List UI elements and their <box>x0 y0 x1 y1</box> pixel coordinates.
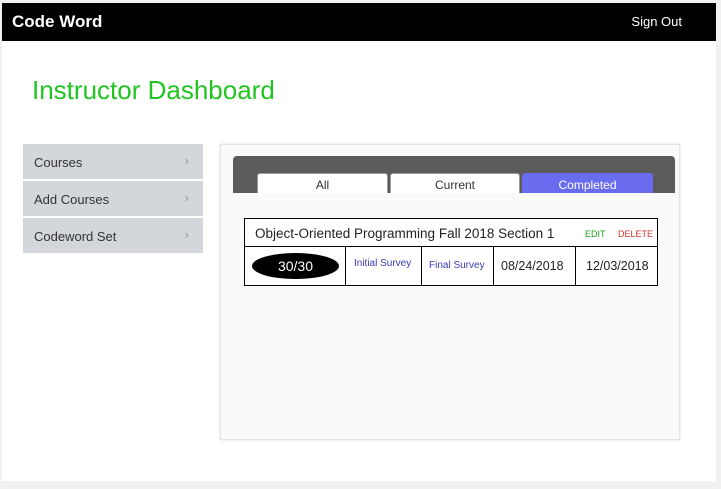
courses-panel: All Current Completed Object-Oriented Pr… <box>220 144 680 440</box>
initial-survey-link[interactable]: Initial Survey <box>354 258 411 269</box>
chevron-right-icon: › <box>184 153 189 168</box>
app-brand[interactable]: Code Word <box>12 12 102 32</box>
chevron-right-icon: › <box>184 190 189 205</box>
page: Code Word Sign Out Instructor Dashboard … <box>2 3 716 481</box>
response-count-badge: 30/30 <box>252 253 339 279</box>
sidebar-item-add-courses[interactable]: Add Courses › <box>23 181 203 216</box>
final-survey-cell: Final Survey <box>421 247 493 285</box>
edit-course-button[interactable]: EDIT <box>585 229 606 239</box>
tab-completed[interactable]: Completed <box>522 173 653 193</box>
delete-course-button[interactable]: DELETE <box>618 229 653 239</box>
course-card: Object-Oriented Programming Fall 2018 Se… <box>244 218 658 286</box>
final-survey-link[interactable]: Final Survey <box>429 260 485 271</box>
chevron-right-icon: › <box>184 227 189 242</box>
course-header-row: Object-Oriented Programming Fall 2018 Se… <box>245 219 657 247</box>
tab-current[interactable]: Current <box>390 173 520 193</box>
start-date: 08/24/2018 <box>501 259 564 273</box>
initial-survey-cell: Initial Survey <box>345 247 421 285</box>
end-date: 12/03/2018 <box>586 259 649 273</box>
response-count-cell: 30/30 <box>245 247 345 285</box>
course-detail-row: 30/30 Initial Survey Final Survey 08/24/… <box>245 247 657 285</box>
sidebar: Courses › Add Courses › Codeword Set › <box>23 144 203 255</box>
end-date-cell: 12/03/2018 <box>575 247 657 285</box>
page-title: Instructor Dashboard <box>32 75 275 105</box>
top-nav-bar: Code Word Sign Out <box>2 3 716 41</box>
sidebar-item-label: Courses <box>34 155 83 170</box>
sign-out-link[interactable]: Sign Out <box>631 14 682 29</box>
course-tab-bar: All Current Completed <box>233 156 675 193</box>
sidebar-item-label: Codeword Set <box>34 229 117 244</box>
sidebar-item-codeword-set[interactable]: Codeword Set › <box>23 218 203 253</box>
start-date-cell: 08/24/2018 <box>493 247 575 285</box>
sidebar-item-label: Add Courses <box>34 192 110 207</box>
tab-all[interactable]: All <box>257 173 388 193</box>
course-title: Object-Oriented Programming Fall 2018 Se… <box>255 226 555 241</box>
sidebar-item-courses[interactable]: Courses › <box>23 144 203 179</box>
